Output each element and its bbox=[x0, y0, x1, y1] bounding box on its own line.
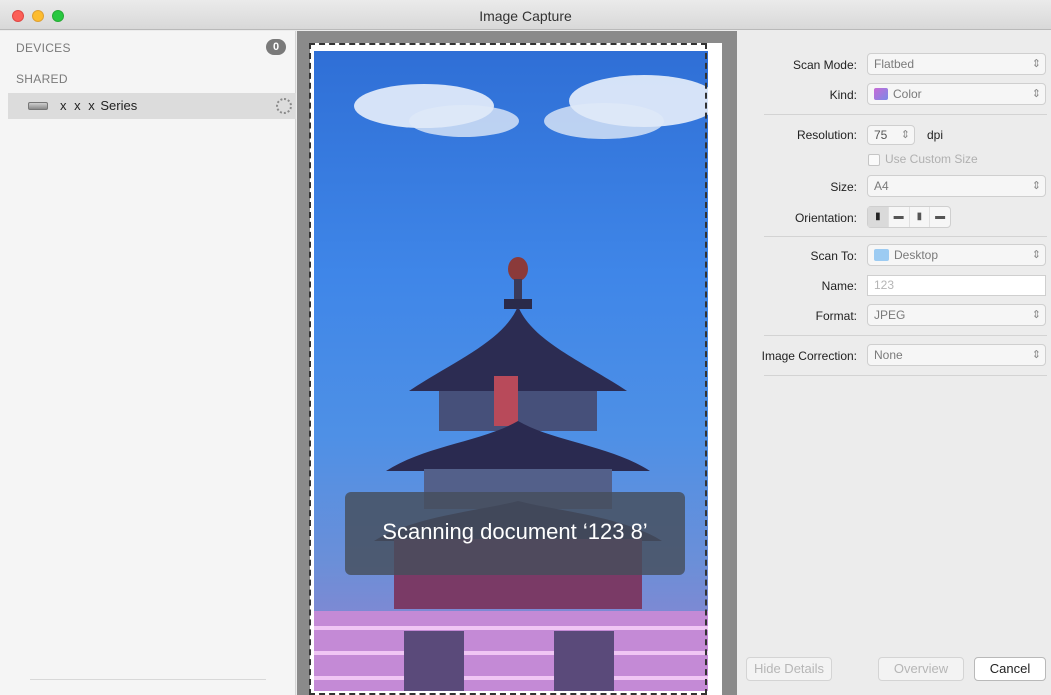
custom-size-checkbox[interactable] bbox=[868, 154, 880, 166]
device-name-suffix: Series bbox=[100, 98, 138, 113]
scanner-icon bbox=[28, 102, 48, 110]
cancel-button[interactable]: Cancel bbox=[974, 657, 1046, 681]
title-bar: Image Capture bbox=[0, 0, 1051, 30]
name-placeholder: 123 bbox=[874, 278, 895, 292]
resolution-label: Resolution: bbox=[796, 128, 857, 142]
device-sidebar: DEVICES 0 SHARED x x x Series bbox=[0, 31, 296, 695]
popup-arrows-icon: ⇕ bbox=[1031, 58, 1041, 70]
kind-value: Color bbox=[893, 87, 922, 101]
popup-arrows-icon: ⇕ bbox=[1031, 249, 1041, 261]
orientation-label: Orientation: bbox=[794, 211, 857, 225]
popup-arrows-icon: ⇕ bbox=[1031, 180, 1041, 192]
orientation-portrait-flipped-icon[interactable]: ▮ bbox=[910, 207, 931, 227]
name-label: Name: bbox=[821, 279, 857, 293]
section-divider bbox=[764, 236, 1047, 237]
resolution-unit: dpi bbox=[927, 128, 944, 142]
window-title: Image Capture bbox=[479, 8, 572, 24]
hide-details-button[interactable]: Hide Details bbox=[746, 657, 832, 681]
format-label: Format: bbox=[815, 309, 857, 323]
image-correction-popup[interactable]: None ⇕ bbox=[867, 344, 1046, 366]
resolution-combo[interactable]: 75 ⇕ bbox=[867, 125, 915, 145]
size-value: A4 bbox=[874, 179, 889, 193]
kind-popup[interactable]: Color ⇕ bbox=[867, 83, 1046, 105]
sidebar-item-scanner[interactable]: x x x Series bbox=[8, 93, 296, 119]
format-popup[interactable]: JPEG ⇕ bbox=[867, 304, 1046, 326]
device-name: x x x Series bbox=[60, 98, 137, 113]
busy-spinner-icon bbox=[276, 98, 292, 114]
scanned-page bbox=[310, 43, 722, 695]
scan-to-popup[interactable]: Desktop ⇕ bbox=[867, 244, 1046, 266]
section-divider bbox=[764, 114, 1047, 115]
orientation-segmented-control[interactable]: ▮ ▬ ▮ ▬ bbox=[867, 206, 951, 228]
popup-arrows-icon: ⇕ bbox=[1031, 309, 1041, 321]
sidebar-divider bbox=[30, 679, 266, 680]
kind-label: Kind: bbox=[829, 88, 857, 102]
size-popup[interactable]: A4 ⇕ bbox=[867, 175, 1046, 197]
orientation-landscape-left-icon[interactable]: ▬ bbox=[889, 207, 910, 227]
device-name-prefix: x x x bbox=[60, 98, 97, 113]
folder-icon bbox=[874, 249, 889, 261]
shared-header: SHARED bbox=[16, 72, 68, 86]
size-label: Size: bbox=[830, 180, 857, 194]
scan-mode-value: Flatbed bbox=[874, 57, 915, 71]
custom-size-label: Use Custom Size bbox=[885, 152, 978, 166]
section-divider bbox=[764, 335, 1047, 336]
popup-arrows-icon: ⇕ bbox=[1031, 349, 1041, 361]
scanning-status-text: Scanning document ‘123 8’ bbox=[382, 519, 648, 544]
scan-to-value: Desktop bbox=[894, 248, 939, 262]
overview-button[interactable]: Overview bbox=[878, 657, 964, 681]
scan-mode-label: Scan Mode: bbox=[792, 58, 857, 72]
orientation-landscape-right-icon[interactable]: ▬ bbox=[930, 207, 950, 227]
scanning-status-overlay: Scanning document ‘123 8’ bbox=[345, 492, 685, 575]
scan-to-label: Scan To: bbox=[810, 249, 857, 263]
scan-mode-popup[interactable]: Flatbed ⇕ bbox=[867, 53, 1046, 75]
popup-arrows-icon: ⇕ bbox=[900, 129, 910, 141]
devices-count-badge: 0 bbox=[266, 39, 286, 55]
scan-preview-area[interactable]: Scanning document ‘123 8’ bbox=[297, 31, 737, 695]
image-correction-value: None bbox=[874, 348, 903, 362]
devices-header: DEVICES bbox=[16, 41, 71, 55]
section-divider bbox=[764, 375, 1047, 376]
temple-image bbox=[314, 75, 708, 691]
image-correction-label: Image Correction: bbox=[761, 349, 857, 363]
orientation-portrait-icon[interactable]: ▮ bbox=[868, 207, 889, 227]
format-value: JPEG bbox=[874, 308, 906, 322]
popup-arrows-icon: ⇕ bbox=[1031, 88, 1041, 100]
name-field[interactable]: 123 bbox=[867, 275, 1046, 296]
resolution-value: 75 bbox=[874, 128, 888, 142]
color-swatch-icon bbox=[874, 88, 888, 100]
scanned-photo bbox=[314, 51, 708, 691]
scan-details-panel: Scan Mode: Flatbed ⇕ Kind: Color ⇕ Resolut… bbox=[737, 31, 1051, 695]
